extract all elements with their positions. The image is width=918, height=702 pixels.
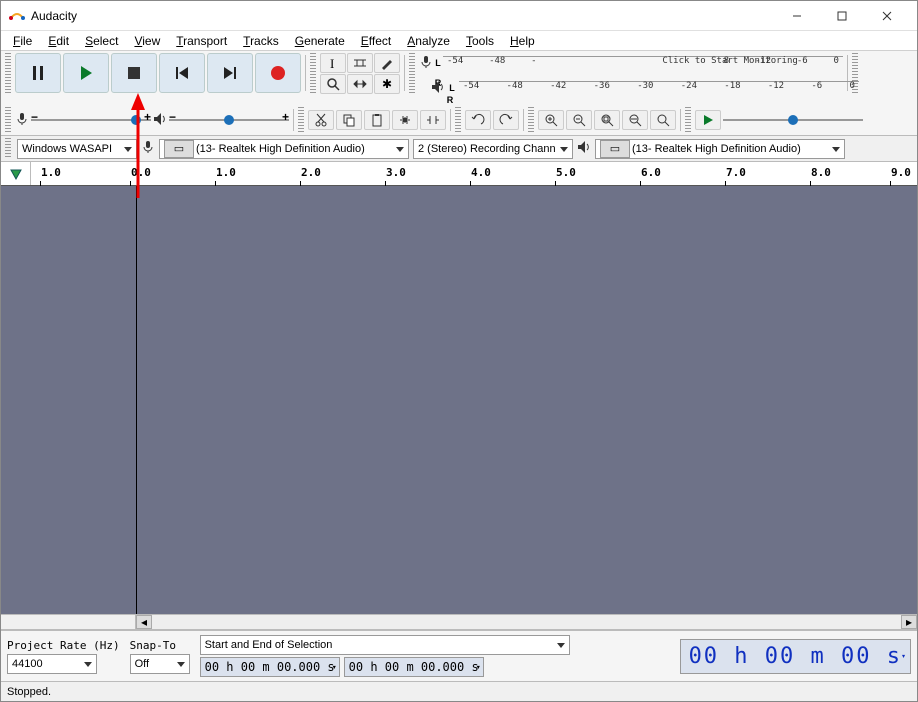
menu-analyze[interactable]: Analyze bbox=[399, 32, 458, 50]
playback-speed-slider[interactable] bbox=[723, 112, 863, 128]
audio-position-time[interactable]: 00 h 00 m 00 s▾ bbox=[680, 639, 911, 674]
status-bar: Stopped. bbox=[1, 681, 917, 701]
copy-button[interactable] bbox=[336, 110, 362, 130]
toolbar-grip[interactable] bbox=[298, 107, 304, 133]
timeshift-tool[interactable] bbox=[347, 74, 373, 94]
menu-bar: File Edit Select View Transport Tracks G… bbox=[1, 31, 917, 51]
multi-tool[interactable]: ✱ bbox=[374, 74, 400, 94]
cut-button[interactable] bbox=[308, 110, 334, 130]
speaker-icon bbox=[577, 140, 591, 157]
toolbar-grip[interactable] bbox=[5, 107, 11, 133]
toolbars: I ✱ L -54 -48 - Click to Start Monitorin… bbox=[1, 51, 917, 136]
undo-button[interactable] bbox=[465, 110, 491, 130]
audio-host-combo[interactable]: Windows WASAPI bbox=[17, 139, 137, 159]
status-text: Stopped. bbox=[7, 686, 51, 698]
selection-end-time[interactable]: 00 h 00 m 00.000 s▾ bbox=[344, 657, 484, 677]
recording-volume-slider[interactable]: −+ bbox=[31, 112, 151, 128]
toolbar-grip[interactable] bbox=[455, 107, 461, 133]
microphone-icon bbox=[419, 55, 433, 72]
selection-tool[interactable]: I bbox=[320, 53, 346, 73]
redo-button[interactable] bbox=[493, 110, 519, 130]
svg-text:I: I bbox=[330, 56, 334, 70]
playback-volume-slider[interactable]: −+ bbox=[169, 112, 289, 128]
skip-start-button[interactable] bbox=[159, 53, 205, 93]
menu-tools[interactable]: Tools bbox=[458, 32, 502, 50]
track-area[interactable] bbox=[1, 186, 917, 614]
selection-toolbar: Project Rate (Hz) 44100 Snap-To Off Star… bbox=[1, 630, 917, 681]
toolbar-grip[interactable] bbox=[310, 53, 316, 93]
meter-channel-l: L bbox=[433, 58, 443, 68]
trim-button[interactable] bbox=[392, 110, 418, 130]
timeline-ruler[interactable]: 1.0 0.0 1.0 2.0 3.0 4.0 5.0 6.0 7.0 8.0 … bbox=[1, 162, 917, 186]
device-thumb-icon: ▭ bbox=[164, 140, 194, 158]
play-meter-l: L bbox=[447, 83, 457, 93]
microphone-icon bbox=[15, 112, 29, 129]
maximize-button[interactable] bbox=[819, 1, 864, 31]
draw-tool[interactable] bbox=[374, 53, 400, 73]
menu-help[interactable]: Help bbox=[502, 32, 543, 50]
playback-meter[interactable]: -54 -48 -42 -36 -30 -24 -18 -12 -6 0 bbox=[459, 81, 859, 95]
silence-button[interactable] bbox=[420, 110, 446, 130]
selection-start-time[interactable]: 00 h 00 m 00.000 s▾ bbox=[200, 657, 340, 677]
scroll-left-button[interactable]: ◂ bbox=[136, 615, 152, 629]
project-rate-combo[interactable]: 44100 bbox=[7, 654, 97, 674]
zoom-in-button[interactable] bbox=[538, 110, 564, 130]
minimize-button[interactable] bbox=[774, 1, 819, 31]
fit-project-button[interactable] bbox=[622, 110, 648, 130]
fit-selection-button[interactable] bbox=[594, 110, 620, 130]
menu-view[interactable]: View bbox=[126, 32, 168, 50]
speaker-icon bbox=[431, 80, 445, 97]
zoom-toggle-button[interactable] bbox=[650, 110, 676, 130]
playback-device-combo[interactable]: ▭(13- Realtek High Definition Audio) bbox=[595, 139, 845, 159]
menu-effect[interactable]: Effect bbox=[353, 32, 399, 50]
recording-channels-combo[interactable]: 2 (Stereo) Recording Chann bbox=[413, 139, 573, 159]
snap-to-label: Snap-To bbox=[130, 639, 190, 652]
paste-button[interactable] bbox=[364, 110, 390, 130]
skip-end-button[interactable] bbox=[207, 53, 253, 93]
menu-edit[interactable]: Edit bbox=[40, 32, 77, 50]
toolbar-grip[interactable] bbox=[5, 53, 11, 93]
toolbar-grip[interactable] bbox=[528, 107, 534, 133]
project-rate-label: Project Rate (Hz) bbox=[7, 639, 120, 652]
menu-select[interactable]: Select bbox=[77, 32, 126, 50]
play-at-speed-button[interactable] bbox=[695, 110, 721, 130]
pin-icon[interactable] bbox=[9, 167, 23, 181]
menu-transport[interactable]: Transport bbox=[168, 32, 235, 50]
toolbar-grip[interactable] bbox=[5, 138, 11, 159]
scroll-right-button[interactable]: ▸ bbox=[901, 615, 917, 629]
device-toolbar: Windows WASAPI ▭(13- Realtek High Defini… bbox=[1, 136, 917, 162]
record-button[interactable] bbox=[255, 53, 301, 93]
monitor-hint[interactable]: Click to Start Monitoring bbox=[662, 56, 797, 69]
playhead bbox=[136, 186, 137, 614]
horizontal-scrollbar[interactable]: ◂ ▸ bbox=[1, 614, 917, 630]
zoom-out-button[interactable] bbox=[566, 110, 592, 130]
stop-button[interactable] bbox=[111, 53, 157, 93]
microphone-icon bbox=[141, 140, 155, 157]
app-title: Audacity bbox=[31, 9, 774, 23]
snap-to-combo[interactable]: Off bbox=[130, 654, 190, 674]
envelope-tool[interactable] bbox=[347, 53, 373, 73]
toolbar-grip[interactable] bbox=[685, 107, 691, 133]
play-button[interactable] bbox=[63, 53, 109, 93]
pause-button[interactable] bbox=[15, 53, 61, 93]
menu-tracks[interactable]: Tracks bbox=[235, 32, 287, 50]
recording-device-combo[interactable]: ▭(13- Realtek High Definition Audio) bbox=[159, 139, 409, 159]
toolbar-grip[interactable] bbox=[409, 53, 415, 93]
zoom-tool[interactable] bbox=[320, 74, 346, 94]
menu-file[interactable]: File bbox=[5, 32, 40, 50]
close-button[interactable] bbox=[864, 1, 909, 31]
title-bar: Audacity bbox=[1, 1, 917, 31]
menu-generate[interactable]: Generate bbox=[287, 32, 353, 50]
selection-mode-combo[interactable]: Start and End of Selection bbox=[200, 635, 570, 655]
speaker-icon bbox=[153, 112, 167, 129]
app-icon bbox=[9, 8, 25, 24]
svg-text:✱: ✱ bbox=[382, 77, 392, 91]
device-thumb-icon: ▭ bbox=[600, 140, 630, 158]
